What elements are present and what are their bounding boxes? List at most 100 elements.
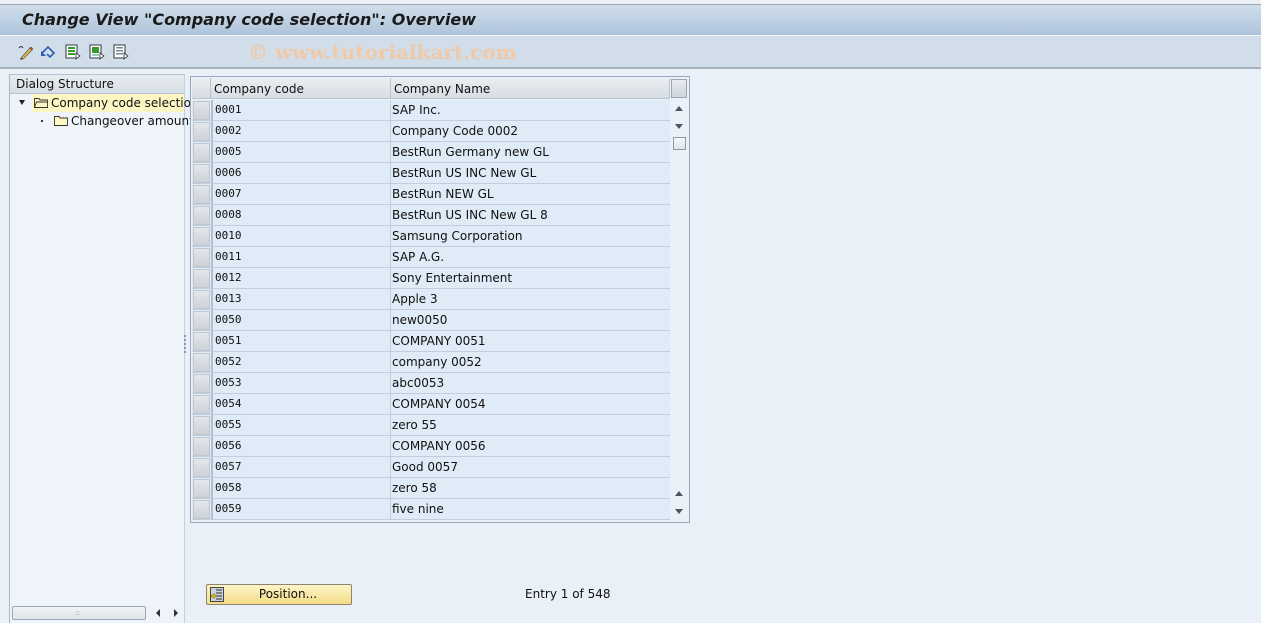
scroll-left-icon[interactable] <box>156 609 160 617</box>
table-row[interactable]: 0011 SAP A.G. <box>192 247 670 268</box>
cell-company-name[interactable]: Good 0057 <box>391 457 670 477</box>
table-row[interactable]: 0054 COMPANY 0054 <box>192 394 670 415</box>
cell-company-code[interactable]: 0050 <box>211 310 391 330</box>
table-row[interactable]: 0005 BestRun Germany new GL <box>192 142 670 163</box>
cell-company-code[interactable]: 0001 <box>211 100 391 120</box>
select-block-icon[interactable] <box>89 44 105 60</box>
cell-company-name[interactable]: abc0053 <box>391 373 670 393</box>
table-row[interactable]: 0059 five nine <box>192 499 670 520</box>
row-selector[interactable] <box>193 269 210 288</box>
cell-company-name[interactable]: five nine <box>391 499 670 519</box>
scroll-up-icon[interactable] <box>672 102 686 116</box>
table-row[interactable]: 0051 COMPANY 0051 <box>192 331 670 352</box>
cell-company-code[interactable]: 0002 <box>211 121 391 141</box>
table-row[interactable]: 0053 abc0053 <box>192 373 670 394</box>
display-change-icon[interactable] <box>17 44 34 60</box>
cell-company-name[interactable]: zero 58 <box>391 478 670 498</box>
expand-triangle-icon[interactable] <box>19 100 25 105</box>
tree-item-changeover-amount[interactable]: Changeover amount <box>10 112 194 130</box>
cell-company-code[interactable]: 0058 <box>211 478 391 498</box>
select-all-icon[interactable] <box>65 44 81 60</box>
cell-company-name[interactable]: new0050 <box>391 310 670 330</box>
cell-company-code[interactable]: 0006 <box>211 163 391 183</box>
row-selector[interactable] <box>193 500 210 519</box>
deselect-all-icon[interactable] <box>113 44 129 60</box>
row-selector[interactable] <box>193 143 210 162</box>
cell-company-code[interactable]: 0052 <box>211 352 391 372</box>
table-row[interactable]: 0002 Company Code 0002 <box>192 121 670 142</box>
table-row[interactable]: 0058 zero 58 <box>192 478 670 499</box>
table-row[interactable]: 0001 SAP Inc. <box>192 100 670 121</box>
table-row[interactable]: 0013 Apple 3 <box>192 289 670 310</box>
row-selector[interactable] <box>193 290 210 309</box>
table-row[interactable]: 0057 Good 0057 <box>192 457 670 478</box>
row-selector[interactable] <box>193 353 210 372</box>
row-selector[interactable] <box>193 122 210 141</box>
table-row[interactable]: 0012 Sony Entertainment <box>192 268 670 289</box>
column-header-company-code[interactable]: Company code <box>211 78 391 99</box>
cell-company-code[interactable]: 0051 <box>211 331 391 351</box>
position-button[interactable]: Position... <box>206 584 352 605</box>
row-selector[interactable] <box>193 458 210 477</box>
row-selector[interactable] <box>193 101 210 120</box>
horizontal-scrollbar[interactable]: ::: <box>12 606 146 620</box>
row-selector[interactable] <box>193 185 210 204</box>
page-up-icon[interactable] <box>672 487 686 501</box>
table-row[interactable]: 0056 COMPANY 0056 <box>192 436 670 457</box>
cell-company-name[interactable]: Company Code 0002 <box>391 121 670 141</box>
row-selector[interactable] <box>193 479 210 498</box>
row-selector[interactable] <box>193 437 210 456</box>
cell-company-name[interactable]: COMPANY 0051 <box>391 331 670 351</box>
row-selector[interactable] <box>193 311 210 330</box>
cell-company-code[interactable]: 0053 <box>211 373 391 393</box>
cell-company-code[interactable]: 0005 <box>211 142 391 162</box>
cell-company-name[interactable]: BestRun NEW GL <box>391 184 670 204</box>
row-selector[interactable] <box>193 395 210 414</box>
cell-company-code[interactable]: 0007 <box>211 184 391 204</box>
row-selector[interactable] <box>193 374 210 393</box>
row-selector[interactable] <box>193 164 210 183</box>
row-selector[interactable] <box>193 227 210 246</box>
cell-company-name[interactable]: Samsung Corporation <box>391 226 670 246</box>
cell-company-name[interactable]: Sony Entertainment <box>391 268 670 288</box>
cell-company-name[interactable]: zero 55 <box>391 415 670 435</box>
row-selector[interactable] <box>193 332 210 351</box>
table-row[interactable]: 0010 Samsung Corporation <box>192 226 670 247</box>
cell-company-name[interactable]: company 0052 <box>391 352 670 372</box>
cell-company-code[interactable]: 0010 <box>211 226 391 246</box>
cell-company-code[interactable]: 0057 <box>211 457 391 477</box>
cell-company-name[interactable]: COMPANY 0056 <box>391 436 670 456</box>
cell-company-code[interactable]: 0059 <box>211 499 391 519</box>
cell-company-name[interactable]: SAP A.G. <box>391 247 670 267</box>
cell-company-name[interactable]: BestRun US INC New GL 8 <box>391 205 670 225</box>
column-header-company-name[interactable]: Company Name <box>391 78 670 99</box>
table-settings-button[interactable] <box>671 79 687 98</box>
cell-company-name[interactable]: SAP Inc. <box>391 100 670 120</box>
cell-company-code[interactable]: 0013 <box>211 289 391 309</box>
cell-company-name[interactable]: Apple 3 <box>391 289 670 309</box>
table-row[interactable]: 0050 new0050 <box>192 310 670 331</box>
table-row[interactable]: 0052 company 0052 <box>192 352 670 373</box>
table-row[interactable]: 0007 BestRun NEW GL <box>192 184 670 205</box>
cell-company-name[interactable]: COMPANY 0054 <box>391 394 670 414</box>
cell-company-code[interactable]: 0008 <box>211 205 391 225</box>
cell-company-code[interactable]: 0056 <box>211 436 391 456</box>
scroll-right-icon[interactable] <box>174 609 178 617</box>
vertical-scrollbar[interactable] <box>671 100 687 521</box>
cell-company-code[interactable]: 0054 <box>211 394 391 414</box>
cell-company-code[interactable]: 0011 <box>211 247 391 267</box>
cell-company-code[interactable]: 0012 <box>211 268 391 288</box>
row-selector[interactable] <box>193 206 210 225</box>
table-row[interactable]: 0008 BestRun US INC New GL 8 <box>192 205 670 226</box>
cell-company-name[interactable]: BestRun US INC New GL <box>391 163 670 183</box>
scroll-down-icon[interactable] <box>672 119 686 133</box>
tree-item-company-code-selection[interactable]: Company code selection <box>10 94 199 112</box>
scrollbar-thumb[interactable] <box>673 137 686 150</box>
table-row[interactable]: 0055 zero 55 <box>192 415 670 436</box>
select-all-rows-button[interactable] <box>192 78 211 99</box>
table-row[interactable]: 0006 BestRun US INC New GL <box>192 163 670 184</box>
pane-splitter-handle[interactable] <box>184 335 187 355</box>
row-selector[interactable] <box>193 416 210 435</box>
undo-icon[interactable] <box>40 44 56 60</box>
cell-company-code[interactable]: 0055 <box>211 415 391 435</box>
